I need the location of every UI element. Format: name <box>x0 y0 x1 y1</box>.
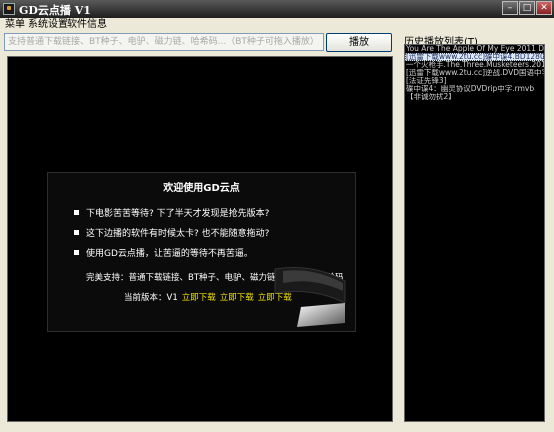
menu-main[interactable]: 菜单 <box>5 18 25 32</box>
app-logo-icon <box>3 3 15 15</box>
menu-system-settings[interactable]: 系统设置 <box>28 18 68 32</box>
play-button[interactable]: 播放 <box>326 33 392 52</box>
url-input[interactable]: 支持普通下载链接、BT种子、电驴、磁力链、哈希码...（BT种子可拖入播放） <box>4 33 324 51</box>
history-item[interactable]: 碟中谍4：幽灵协议DVDrip中字.rmvb <box>405 85 544 93</box>
bullet-icon <box>74 250 79 255</box>
bullet-icon <box>74 230 79 235</box>
faq-line-2: 这下边播的软件有时候太卡? 也不能随意拖动? <box>86 229 270 239</box>
bullet-icon <box>74 210 79 215</box>
history-item[interactable]: [法证先锋3] <box>405 77 544 85</box>
menu-software-info[interactable]: 软件信息 <box>67 18 107 32</box>
close-button[interactable]: ✕ <box>536 1 552 15</box>
download-link[interactable]: 立即下载 <box>220 293 254 303</box>
history-item[interactable]: 【非诚勿扰2】 <box>405 93 544 101</box>
menu-bar: 菜单 系统设置 软件信息 <box>0 18 554 32</box>
history-item[interactable]: You Are The Apple Of My Eye 2011 DVD <box>405 45 544 53</box>
faq-line-1: 下电影苦苦等待? 下了半天才发现是抢先版本? <box>86 209 270 219</box>
minimize-button[interactable]: – <box>502 1 518 15</box>
history-item[interactable]: 一个火枪手.The.Three.Musketeers.2011 <box>405 61 544 69</box>
welcome-title: 欢迎使用GD云点 <box>163 183 240 194</box>
welcome-panel: 欢迎使用GD云点 下电影苦苦等待? 下了半天才发现是抢先版本? 这下边播的软件有… <box>47 172 356 332</box>
history-item[interactable]: [迅雷下载www.2tu.cc]逆战.DVD国语中字 <box>405 69 544 77</box>
faq-line-3: 使用GD云点播，让苦逼的等待不再苦逼。 <box>86 249 253 259</box>
maximize-button[interactable]: □ <box>519 1 535 15</box>
download-link[interactable]: 立即下载 <box>182 293 216 303</box>
video-player-area[interactable]: 欢迎使用GD云点 下电影苦苦等待? 下了半天才发现是抢先版本? 这下边播的软件有… <box>7 56 393 422</box>
history-list[interactable]: You Are The Apple Of My Eye 2011 DVD [迅雷… <box>404 44 545 422</box>
player-logo-graphic <box>274 267 346 327</box>
history-item-selected[interactable]: [迅雷下载www.2tu.cc]碟中谍4.BD1280高 <box>405 53 544 61</box>
version-label: 当前版本：V1 <box>124 293 178 303</box>
window-title: GD云点播 V1 <box>19 4 91 17</box>
version-row: 当前版本：V1 立即下载 立即下载 立即下载 <box>124 291 292 303</box>
title-bar[interactable]: GD云点播 V1 – □ ✕ <box>0 0 554 18</box>
